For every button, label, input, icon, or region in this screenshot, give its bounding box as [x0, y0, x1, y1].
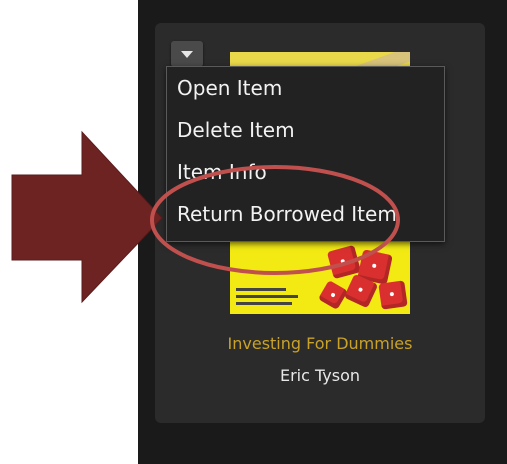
- right-arrow-icon: [11, 130, 163, 304]
- highlight-ellipse: [150, 165, 400, 275]
- annotation-overlay: [11, 130, 400, 304]
